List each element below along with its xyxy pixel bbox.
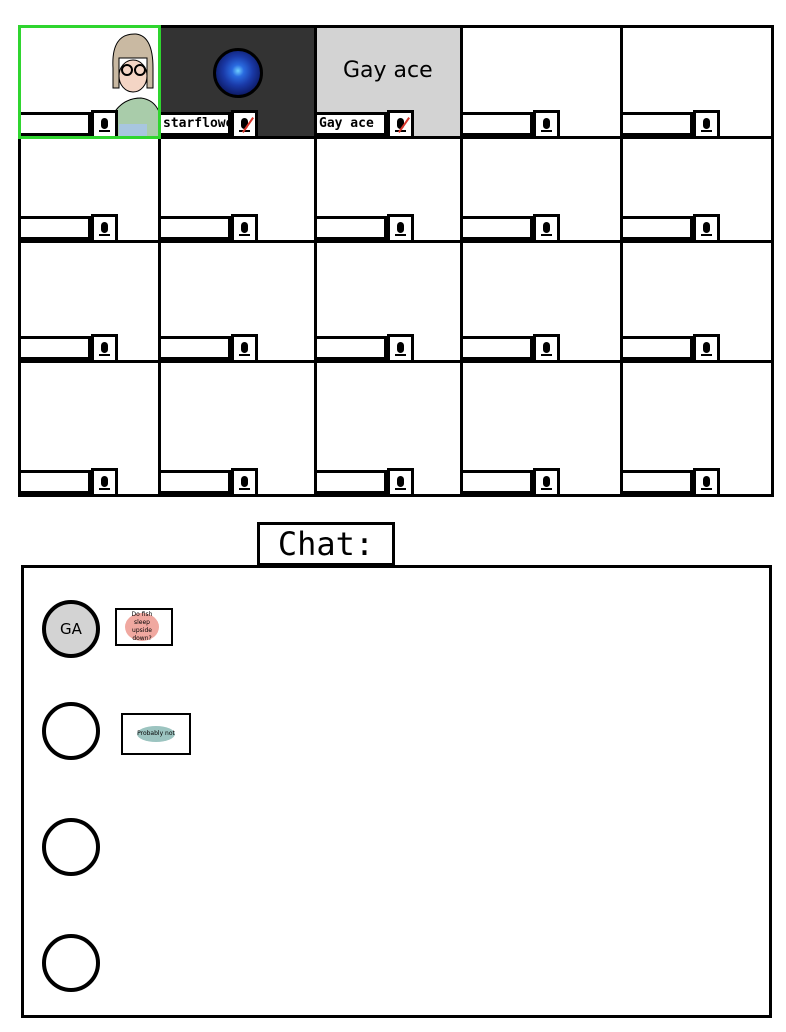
chat-message: Probably not (137, 726, 175, 742)
mic-button[interactable] (693, 214, 720, 240)
participant-name-label (317, 470, 387, 494)
participant-name-label (21, 336, 91, 360)
participant-name-label (317, 216, 387, 240)
video-tile[interactable]: starflower (158, 25, 317, 139)
microphone-icon (701, 342, 712, 356)
avatar-empty (42, 934, 100, 992)
microphone-icon (541, 118, 552, 132)
tile-display-name: Gay ace (343, 58, 433, 83)
chat-bubble: Do fish sleep upside down? (115, 608, 173, 646)
video-tile[interactable] (460, 240, 623, 363)
mic-button[interactable] (91, 334, 118, 360)
participant-name-label (463, 336, 533, 360)
microphone-icon (239, 476, 250, 490)
video-tile[interactable] (158, 360, 317, 497)
participant-name-label (21, 470, 91, 494)
mic-muted-button[interactable] (231, 110, 258, 136)
microphone-icon (701, 476, 712, 490)
video-tile[interactable]: Gay ace Gay ace (314, 25, 463, 139)
participant-name-label (623, 470, 693, 494)
video-tile[interactable] (18, 136, 161, 243)
participant-name-label: starflower (161, 112, 231, 136)
mic-button[interactable] (387, 334, 414, 360)
participant-name-label (463, 112, 533, 136)
microphone-icon (395, 476, 406, 490)
microphone-icon (99, 222, 110, 236)
participant-name-label (21, 216, 91, 240)
participant-name-label (161, 470, 231, 494)
microphone-icon (541, 476, 552, 490)
video-tile[interactable] (18, 25, 161, 139)
microphone-icon (239, 222, 250, 236)
video-tile[interactable] (18, 240, 161, 363)
mic-button[interactable] (91, 468, 118, 494)
mic-button[interactable] (693, 334, 720, 360)
microphone-icon (239, 342, 250, 356)
video-tile[interactable] (314, 360, 463, 497)
mic-button[interactable] (231, 214, 258, 240)
mic-button[interactable] (387, 468, 414, 494)
microphone-icon (701, 118, 712, 132)
participant-name-label (161, 216, 231, 240)
participant-name-label (317, 336, 387, 360)
video-tile[interactable] (620, 360, 774, 497)
mic-button[interactable] (693, 468, 720, 494)
chat-bubble: Probably not (121, 713, 191, 755)
mic-muted-button[interactable] (387, 110, 414, 136)
participant-name-label (623, 336, 693, 360)
video-tile[interactable] (460, 136, 623, 243)
participant-name-label (463, 470, 533, 494)
microphone-icon (99, 342, 110, 356)
avatar-empty (42, 818, 100, 876)
mic-button[interactable] (231, 334, 258, 360)
mic-button[interactable] (693, 110, 720, 136)
video-tile[interactable] (314, 136, 463, 243)
video-tile[interactable] (158, 240, 317, 363)
video-tile[interactable] (620, 25, 774, 139)
video-tile[interactable] (620, 136, 774, 243)
mic-button[interactable] (231, 468, 258, 494)
video-tile[interactable] (314, 240, 463, 363)
mic-button[interactable] (533, 468, 560, 494)
microphone-icon (395, 222, 406, 236)
participant-name-label (623, 112, 693, 136)
avatar-ga: GA (42, 600, 100, 658)
mic-button[interactable] (387, 214, 414, 240)
mic-button[interactable] (533, 334, 560, 360)
video-tile[interactable] (158, 136, 317, 243)
microphone-icon (99, 118, 110, 132)
microphone-icon (701, 222, 712, 236)
microphone-icon (541, 222, 552, 236)
mic-button[interactable] (91, 110, 118, 136)
microphone-icon (541, 342, 552, 356)
microphone-icon (99, 476, 110, 490)
microphone-icon (395, 342, 406, 356)
avatar-orb (42, 702, 100, 760)
chat-panel: GA Do fish sleep upside down? Probably n… (21, 565, 772, 1018)
video-tile[interactable] (460, 360, 623, 497)
name-text: Gay ace (343, 58, 433, 83)
participant-name-label (161, 336, 231, 360)
mic-button[interactable] (533, 214, 560, 240)
chat-message: Do fish sleep upside down? (125, 611, 159, 642)
participant-name-label (623, 216, 693, 240)
video-tile[interactable] (620, 240, 774, 363)
mic-button[interactable] (533, 110, 560, 136)
participant-name-label (463, 216, 533, 240)
mic-button[interactable] (91, 214, 118, 240)
video-tile[interactable] (18, 360, 161, 497)
video-tile[interactable] (460, 25, 623, 139)
participant-name-label: Gay ace (317, 112, 387, 136)
participant-name-label (21, 112, 91, 136)
chat-title: Chat: (257, 522, 395, 566)
profile-orb (213, 48, 263, 98)
